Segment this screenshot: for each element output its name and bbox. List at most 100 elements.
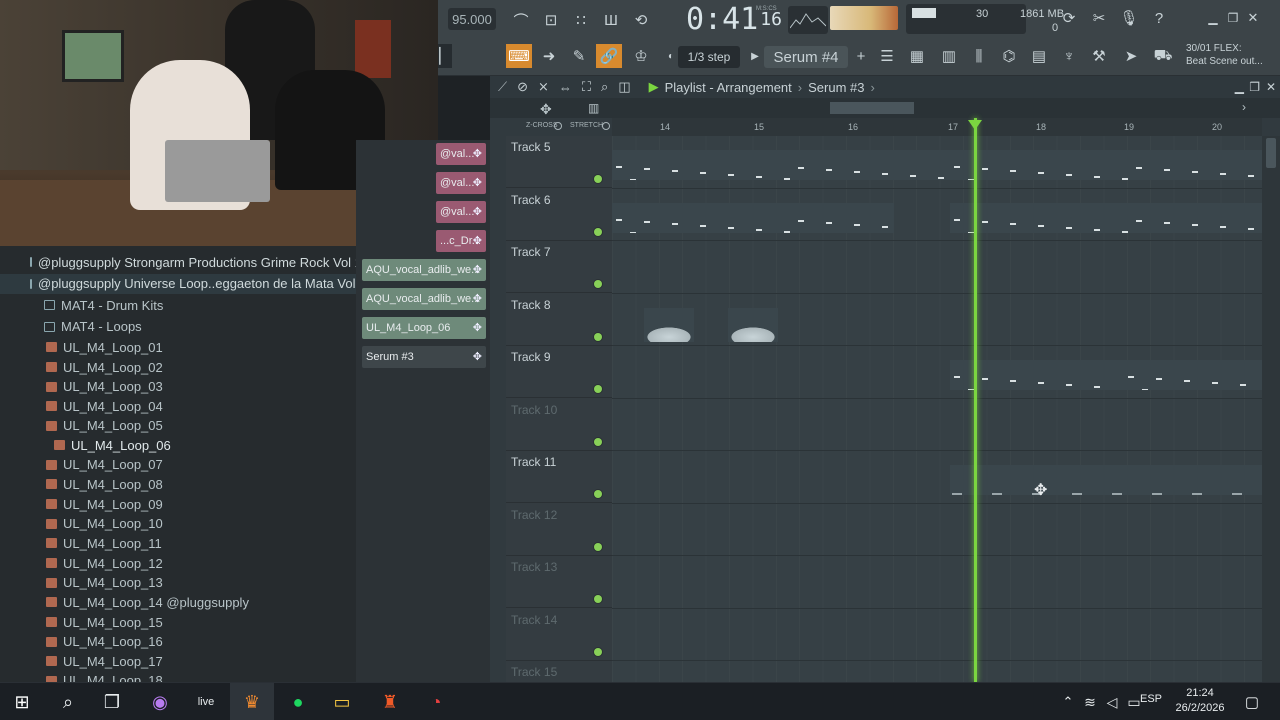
- pattern-selector[interactable]: Serum #4: [764, 46, 848, 68]
- drag-icon[interactable]: ✥: [473, 205, 482, 218]
- playlist-clip[interactable]: Pattern 7: [1124, 360, 1262, 390]
- stretch-toggle[interactable]: [602, 122, 610, 130]
- playlist-clip[interactable]: AQU...#2: [728, 307, 778, 342]
- track-enable-led[interactable]: [594, 385, 602, 393]
- picker-channel[interactable]: @val... ✥: [436, 143, 486, 165]
- track-header[interactable]: Track 9: [506, 346, 612, 398]
- playlist-minimize-icon[interactable]: ▁: [1235, 80, 1244, 94]
- track-lane[interactable]: [612, 399, 1262, 451]
- master-volume-meter[interactable]: [830, 6, 898, 30]
- drag-icon[interactable]: ✥: [473, 292, 482, 305]
- pencil-icon[interactable]: ✎: [566, 44, 592, 68]
- browser-icon[interactable]: ⌬: [996, 44, 1022, 68]
- browser-file[interactable]: UL_M4_Loop_04: [0, 396, 356, 416]
- browser-file[interactable]: UL_M4_Loop_16: [0, 632, 356, 652]
- track-header[interactable]: Track 14: [506, 609, 612, 661]
- picker-channel[interactable]: @val... ✥: [436, 201, 486, 223]
- send-icon[interactable]: ➤: [1118, 44, 1144, 68]
- plugin-icon[interactable]: ♆: [1056, 44, 1082, 68]
- track-header[interactable]: Track 6: [506, 189, 612, 241]
- mute-icon[interactable]: ⨯: [538, 79, 549, 95]
- undo-icon[interactable]: ⟳: [1056, 6, 1082, 30]
- track-enable-led[interactable]: [594, 595, 602, 603]
- track-enable-led[interactable]: [594, 647, 602, 656]
- notification-icon[interactable]: ▢: [1230, 683, 1274, 720]
- drag-icon[interactable]: ✥: [473, 147, 482, 160]
- browser-file[interactable]: UL_M4_Loop_14 @pluggsupply: [0, 592, 356, 612]
- track-lane[interactable]: [612, 241, 1262, 294]
- loop-record-icon[interactable]: ⟲: [628, 8, 654, 32]
- horizontal-scrollbar[interactable]: [830, 102, 914, 114]
- link-icon[interactable]: 🔗: [596, 44, 622, 68]
- zcross-toggle[interactable]: [554, 122, 562, 130]
- mixer-icon[interactable]: ⫼: [966, 44, 992, 68]
- browser-file[interactable]: UL_M4_Loop_07: [0, 455, 356, 475]
- browser-file[interactable]: UL_M4_Loop_03: [0, 377, 356, 397]
- timeline-ruler[interactable]: 14 15 16 17 18 19 20: [612, 118, 1262, 136]
- playlist-clip[interactable]: Serum: [950, 150, 1262, 180]
- time-format-label[interactable]: M:S:CS: [756, 6, 777, 12]
- playhead-marker[interactable]: [968, 120, 982, 130]
- picker-channel[interactable]: AQU_vocal_adlib_we... ✥: [362, 259, 486, 281]
- scroll-thumb[interactable]: [1266, 138, 1276, 168]
- tool-icon[interactable]: ⚒: [1086, 44, 1112, 68]
- system-clock[interactable]: 21:24 26/2/2026: [1170, 686, 1230, 718]
- playhead[interactable]: [974, 118, 977, 682]
- obs-icon[interactable]: ◔: [414, 683, 458, 720]
- browser-folder[interactable]: @pluggsupply Universe Loop..eggaeton de …: [0, 273, 356, 294]
- track-enable-led[interactable]: [594, 542, 602, 551]
- language-indicator[interactable]: ESP: [1140, 693, 1162, 705]
- arrows-icon[interactable]: ✥: [540, 101, 552, 118]
- track-lane[interactable]: [612, 609, 1262, 661]
- file-icon[interactable]: ▤: [1026, 44, 1052, 68]
- track-enable-led[interactable]: [594, 490, 602, 498]
- arrow-right-icon[interactable]: ➜: [536, 44, 562, 68]
- no-icon[interactable]: ⊘: [517, 79, 528, 95]
- drag-icon[interactable]: ✥: [473, 321, 482, 334]
- record-mode-icon[interactable]: ⊡: [538, 8, 564, 32]
- browser-folder[interactable]: MAT4 - Loops: [0, 317, 356, 337]
- picker-channel[interactable]: UL_M4_Loop_06 ✥: [362, 317, 486, 339]
- keyboard-icon[interactable]: ⌨: [506, 44, 532, 68]
- playlist-clip[interactable]: Serum #3: [950, 465, 1262, 495]
- ableton-live-icon[interactable]: live: [184, 683, 228, 720]
- track-header[interactable]: Track 12: [506, 504, 612, 556]
- track-header[interactable]: Track 11: [506, 451, 612, 503]
- browser-file[interactable]: UL_M4_Loop_15: [0, 612, 356, 632]
- fl-studio-icon[interactable]: ♛: [230, 683, 274, 720]
- browser-file[interactable]: UL_M4_Loop_11: [0, 533, 356, 553]
- add-pattern-icon[interactable]: +: [848, 44, 874, 68]
- browser-file[interactable]: UL_M4_Loop_18: [0, 671, 356, 682]
- metronome-icon[interactable]: ⌒: [508, 8, 534, 32]
- stamp-icon[interactable]: ♔: [628, 44, 654, 68]
- track-enable-led[interactable]: [594, 227, 602, 236]
- panel-handle-icon[interactable]: ▏: [438, 44, 452, 68]
- track-enable-led[interactable]: [594, 175, 602, 183]
- magic-icon[interactable]: ⟋: [498, 79, 507, 95]
- playlist-clip[interactable]: AQU...A#: [644, 307, 694, 342]
- slip-icon[interactable]: ⇔: [559, 80, 572, 95]
- select-icon[interactable]: ⛶: [582, 79, 591, 95]
- track-header[interactable]: Track 10: [506, 399, 612, 451]
- track-enable-led[interactable]: [594, 332, 602, 341]
- search-icon[interactable]: ⌕: [46, 683, 90, 720]
- spotify-icon[interactable]: ●: [276, 683, 320, 720]
- track-lane[interactable]: [612, 294, 1262, 346]
- help-icon[interactable]: ?: [1146, 6, 1172, 30]
- mic-icon[interactable]: 🎙: [1116, 6, 1142, 30]
- track-enable-led[interactable]: [594, 280, 602, 288]
- playlist-clip[interactable]: Xpand!2 #2: [950, 202, 1262, 233]
- browser-file[interactable]: UL_M4_Loop_08: [0, 474, 356, 494]
- countdown-icon[interactable]: ∷: [568, 8, 594, 32]
- copilot-icon[interactable]: ◉: [138, 683, 182, 720]
- vertical-scrollbar[interactable]: [1262, 136, 1280, 682]
- track-lane[interactable]: [612, 556, 1262, 609]
- picker-channel[interactable]: AQU_vocal_adlib_we... ✥: [362, 288, 486, 310]
- cart-icon[interactable]: ⛟: [1150, 44, 1176, 68]
- browser-file[interactable]: UL_M4_Loop_10: [0, 514, 356, 534]
- drag-icon[interactable]: ✥: [473, 234, 482, 247]
- picker-channel[interactable]: @val... ✥: [436, 172, 486, 194]
- playlist-clip[interactable]: Xpand!2 #2: [612, 202, 894, 233]
- drag-icon[interactable]: ✥: [473, 263, 482, 276]
- browser-file[interactable]: UL_M4_Loop_05: [0, 416, 356, 436]
